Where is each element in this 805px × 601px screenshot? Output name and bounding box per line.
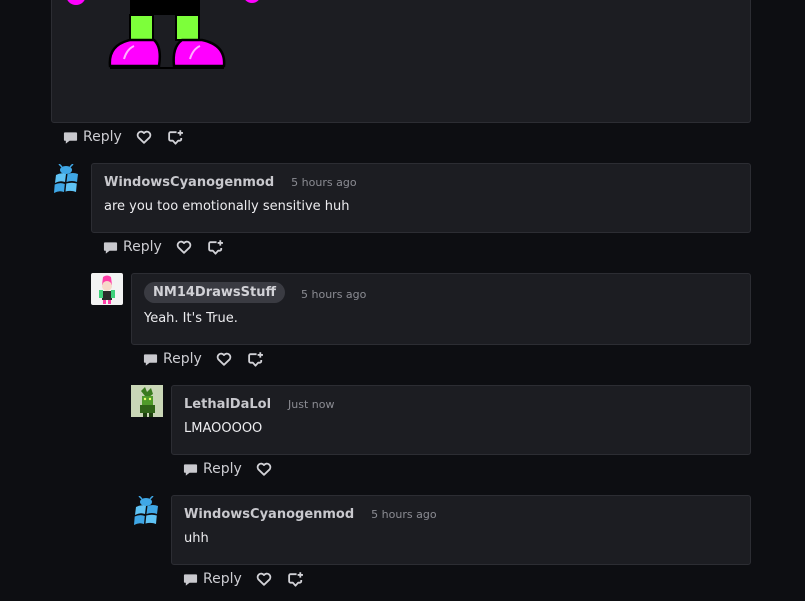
comment-actions: Reply [183,458,272,480]
comment-timestamp[interactable]: 5 hours ago [291,176,356,189]
reply-button[interactable]: Reply [183,461,242,477]
avatar[interactable] [131,385,163,417]
comment-author-highlighted[interactable]: NM14DrawsStuff [144,282,285,303]
avatar[interactable] [91,273,123,305]
heart-icon [216,351,232,367]
reply-button[interactable]: Reply [103,239,162,255]
heart-icon [136,129,152,145]
like-button[interactable] [136,129,152,145]
reply-label: Reply [83,129,122,145]
heart-icon [176,239,192,255]
comment-timestamp[interactable]: Just now [288,398,334,411]
new-reply-button[interactable] [287,571,304,588]
comment-body: are you too emotionally sensitive huh [104,199,350,214]
reply-label: Reply [203,571,242,587]
avatar[interactable] [131,496,163,528]
like-button[interactable] [256,571,272,587]
reply-icon [183,572,198,587]
comment-author[interactable]: LethalDaLol [184,397,271,412]
reply-icon [143,352,158,367]
reply-label: Reply [203,461,242,477]
comment-plus-icon [287,571,304,588]
reply-button[interactable]: Reply [63,129,122,145]
comment-thread: Reply WindowsCyanogenmod 5 hours ago are… [0,0,805,601]
comment-plus-icon [247,351,264,368]
comment-plus-icon [207,239,224,256]
character-drawing-image [67,0,259,69]
comment-author[interactable]: WindowsCyanogenmod [104,175,274,190]
comment-actions: Reply [103,236,224,258]
windows-logo-icon [51,164,83,196]
comment-body: uhh [184,531,209,546]
character-avatar-image [91,273,123,305]
reply-icon [183,462,198,477]
windows-logo-icon [131,496,163,528]
new-reply-button[interactable] [167,129,184,146]
comment-plus-icon [167,129,184,146]
comment-timestamp[interactable]: 5 hours ago [371,508,436,521]
reply-button[interactable]: Reply [183,571,242,587]
comment-body: Yeah. It's True. [144,311,238,326]
heart-icon [256,571,272,587]
new-reply-button[interactable] [207,239,224,256]
new-reply-button[interactable] [247,351,264,368]
reply-label: Reply [163,351,202,367]
comment-card: WindowsCyanogenmod 5 hours ago uhh [171,495,751,565]
comment-actions: Reply [183,568,304,590]
comment-card: NM14DrawsStuff 5 hours ago Yeah. It's Tr… [131,273,751,345]
green-creature-avatar-image [131,385,163,417]
like-button[interactable] [176,239,192,255]
reply-icon [63,130,78,145]
avatar[interactable] [51,164,83,196]
post-image-card [51,0,751,123]
comment-actions: Reply [143,348,264,370]
reply-icon [103,240,118,255]
comment-timestamp[interactable]: 5 hours ago [301,288,366,301]
comment-body: LMAOOOOO [184,421,263,436]
reply-button[interactable]: Reply [143,351,202,367]
comment-card: LethalDaLol Just now LMAOOOOO [171,385,751,455]
comment-card: WindowsCyanogenmod 5 hours ago are you t… [91,163,751,233]
comment-author[interactable]: WindowsCyanogenmod [184,507,354,522]
heart-icon [256,461,272,477]
reply-label: Reply [123,239,162,255]
like-button[interactable] [256,461,272,477]
like-button[interactable] [216,351,232,367]
post-actions: Reply [63,126,184,148]
